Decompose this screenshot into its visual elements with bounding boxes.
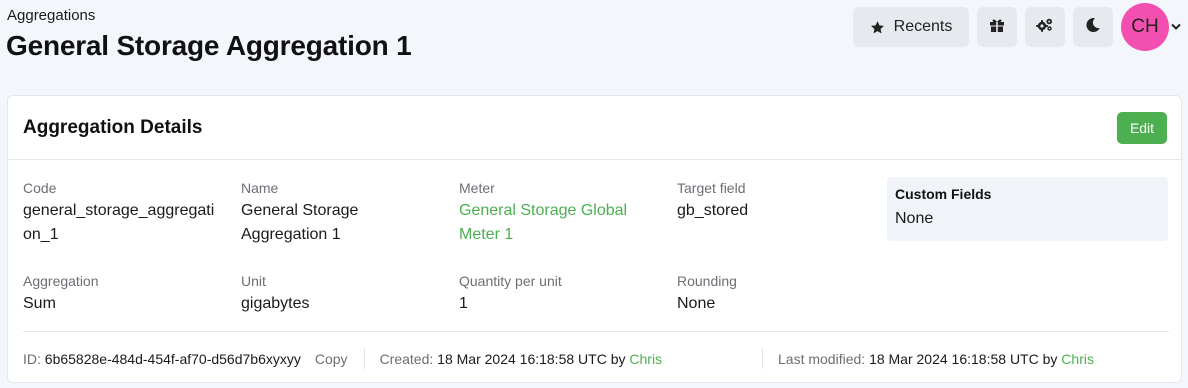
modified-by-word: by [1042,351,1058,367]
field-meter: Meter General Storage Global Meter 1 [459,179,659,247]
chevron-down-icon [1171,23,1181,31]
created-by-link[interactable]: Chris [629,351,662,367]
field-name: Name General Storage Aggregation 1 [241,179,441,247]
field-aggregation: Aggregation Sum [23,272,223,316]
theme-toggle-button[interactable] [1073,7,1113,47]
page-title: General Storage Aggregation 1 [6,30,412,61]
star-icon [870,20,885,35]
footer-separator [762,349,763,369]
created-info: Created: 18 Mar 2024 16:18:58 UTC by Chr… [380,351,663,367]
custom-fields-title: Custom Fields [895,186,992,202]
field-value: gb_stored [677,202,749,219]
field-label: Rounding [677,273,737,289]
field-label: Target field [677,180,746,196]
settings-cogs-icon [1036,17,1054,38]
settings-button[interactable] [1025,7,1065,47]
user-menu[interactable]: CH [1121,3,1181,51]
field-value: 1 [459,295,468,312]
avatar[interactable]: CH [1121,3,1169,51]
edit-button[interactable]: Edit [1117,111,1167,144]
field-label: Code [23,180,57,196]
card-header: Aggregation Details Edit [8,96,1181,160]
divider [23,331,1169,332]
field-label: Name [241,180,279,196]
top-toolbar: Recents CH [853,3,1181,51]
modified-value: 18 Mar 2024 16:18:58 UTC [869,351,1039,367]
field-quantity-per-unit: Quantity per unit 1 [459,272,659,316]
field-label: Unit [241,273,266,289]
modified-info: Last modified: 18 Mar 2024 16:18:58 UTC … [762,349,1094,369]
breadcrumb[interactable]: Aggregations [7,7,95,24]
meter-link[interactable]: General Storage Global Meter 1 [459,199,644,247]
recents-button[interactable]: Recents [853,7,969,47]
modified-by-link[interactable]: Chris [1061,351,1094,367]
created-label: Created: [379,351,434,367]
gift-icon [989,17,1005,38]
custom-fields-panel: Custom Fields None [887,177,1168,241]
field-value: general_storage_aggregation_1 [23,202,215,243]
card-title: Aggregation Details [23,116,203,138]
recents-label: Recents [893,18,953,35]
custom-fields-value: None [895,210,934,227]
moon-icon [1085,17,1101,38]
field-rounding: Rounding None [677,272,877,316]
created-by-word: by [610,351,626,367]
gift-button[interactable] [977,7,1017,47]
field-code: Code general_storage_aggregation_1 [23,179,223,247]
id-label: ID: [23,351,41,367]
field-label: Aggregation [23,273,99,289]
modified-label: Last modified: [778,351,866,367]
copy-id-button[interactable]: Copy [315,351,348,367]
id-value: 6b65828e-484d-454f-af70-d56d7b6xyxyy [44,351,301,367]
aggregation-details-card: Aggregation Details Edit Code general_st… [7,95,1182,383]
field-value: General Storage Aggregation 1 [241,202,359,243]
field-unit: Unit gigabytes [241,272,441,316]
field-label: Meter [459,180,495,196]
created-value: 18 Mar 2024 16:18:58 UTC [437,351,607,367]
field-label: Quantity per unit [459,273,562,289]
field-target: Target field gb_stored [677,179,877,223]
footer-separator [363,349,365,369]
field-value: None [677,295,716,312]
card-footer: ID: 6b65828e-484d-454f-af70-d56d7b6xyxyy… [23,348,1173,370]
field-value: gigabytes [241,295,310,312]
field-value: Sum [23,295,56,312]
